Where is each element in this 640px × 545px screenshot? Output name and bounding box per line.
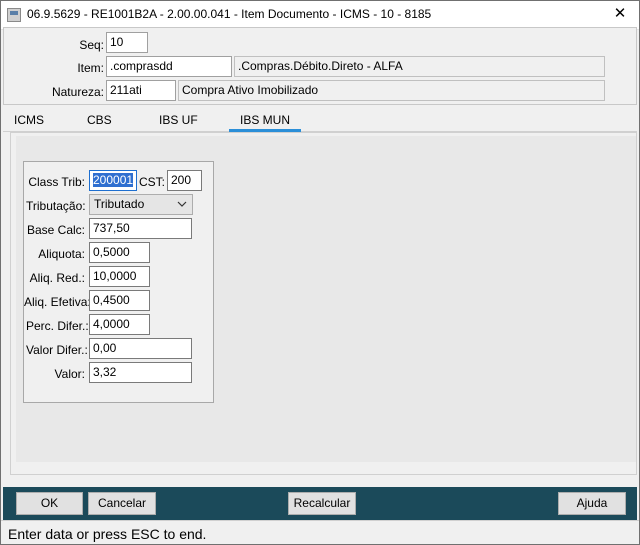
- tab-icms[interactable]: ICMS: [3, 110, 75, 132]
- item-code-field[interactable]: .comprasdd: [106, 56, 232, 77]
- valor-field[interactable]: 3,32: [89, 362, 192, 383]
- valor-difer-field[interactable]: 0,00: [89, 338, 192, 359]
- cst-field[interactable]: 200: [167, 170, 202, 191]
- aliq-red-label: Aliq. Red.:: [29, 271, 85, 285]
- recalcular-button[interactable]: Recalcular: [288, 492, 356, 515]
- cancel-button[interactable]: Cancelar: [88, 492, 156, 515]
- tab-ibs-mun[interactable]: IBS MUN: [229, 110, 301, 132]
- cst-label: CST:: [139, 175, 166, 189]
- tributacao-label: Tributação:: [26, 199, 86, 213]
- item-description-field: .Compras.Débito.Direto - ALFA: [234, 56, 605, 77]
- natureza-label: Natureza:: [51, 85, 104, 99]
- aliq-efetiva-field[interactable]: 0,4500: [89, 290, 150, 311]
- close-button[interactable]: ✕: [600, 0, 640, 30]
- window-title: 06.9.5629 - RE1001B2A - 2.00.00.041 - It…: [27, 7, 432, 21]
- perc-difer-field[interactable]: 4,0000: [89, 314, 150, 335]
- app-window-icon: [7, 8, 21, 22]
- valor-difer-label: Valor Difer.:: [26, 343, 88, 357]
- ajuda-button[interactable]: Ajuda: [558, 492, 626, 515]
- natureza-code-field[interactable]: 211ati: [106, 80, 176, 101]
- class-trib-value: 200001: [93, 173, 134, 187]
- base-calc-label: Base Calc:: [26, 223, 85, 237]
- base-calc-field[interactable]: 737,50: [89, 218, 192, 239]
- title-bar: 06.9.5629 - RE1001B2A - 2.00.00.041 - It…: [0, 0, 640, 30]
- tab-bar: ICMS CBS IBS UF IBS MUN: [3, 110, 637, 132]
- aliq-red-field[interactable]: 10,0000: [89, 266, 150, 287]
- ok-button[interactable]: OK: [16, 492, 83, 515]
- perc-difer-label: Perc. Difer.:: [26, 319, 89, 333]
- tab-cbs[interactable]: CBS: [76, 110, 148, 132]
- aliquota-field[interactable]: 0,5000: [89, 242, 150, 263]
- chevron-down-icon: [177, 197, 187, 217]
- natureza-description-field: Compra Ativo Imobilizado: [178, 80, 605, 101]
- status-bar: Enter data or press ESC to end.: [0, 520, 640, 545]
- item-label: Item:: [77, 61, 104, 75]
- class-trib-label: Class Trib:: [28, 175, 85, 189]
- aliquota-label: Aliquota:: [38, 247, 85, 261]
- tributacao-selected-value: Tributado: [94, 197, 145, 211]
- valor-label: Valor:: [54, 367, 85, 381]
- class-trib-field[interactable]: 200001: [89, 170, 137, 191]
- seq-label: Seq:: [79, 38, 104, 52]
- seq-field[interactable]: 10: [106, 32, 148, 53]
- aliq-efetiva-label: Aliq. Efetiva:: [24, 295, 91, 309]
- tab-ibs-uf[interactable]: IBS UF: [148, 110, 220, 132]
- status-message: Enter data or press ESC to end.: [8, 526, 207, 542]
- tributacao-select[interactable]: Tributado: [89, 194, 193, 215]
